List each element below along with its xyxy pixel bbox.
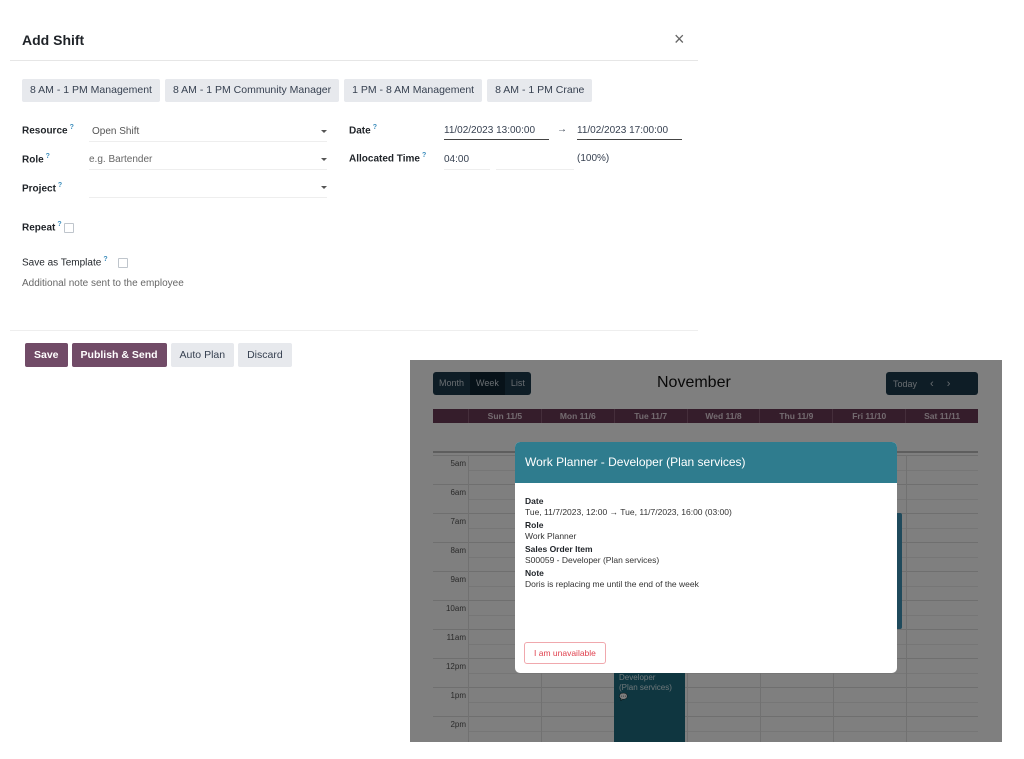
chevron-down-icon (321, 158, 327, 161)
note-input[interactable]: Additional note sent to the employee (22, 278, 184, 289)
template-button[interactable]: 8 AM - 1 PM Community Manager (164, 79, 340, 102)
popover-role-value: Work Planner (525, 531, 577, 541)
dialog-title: Add Shift (22, 32, 85, 48)
project-field[interactable] (89, 180, 327, 198)
project-label: Project? (22, 182, 62, 194)
save-as-template-label: Save as Template (22, 257, 102, 269)
end-date-input[interactable]: 11/02/2023 17:00:00 (577, 124, 682, 140)
popover-date-value: Tue, 11/7/2023, 12:00 → Tue, 11/7/2023, … (525, 507, 732, 517)
repeat-label: Repeat (22, 222, 56, 234)
role-placeholder: e.g. Bartender (89, 154, 153, 165)
resource-value: Open Shift (92, 126, 140, 137)
unavailable-button[interactable]: I am unavailable (524, 642, 606, 664)
allocated-time-label: Allocated Time? (349, 152, 426, 164)
help-icon[interactable]: ? (103, 256, 107, 263)
event-popover: Work Planner - Developer (Plan services)… (515, 442, 897, 673)
repeat-row: Repeat? (22, 221, 74, 233)
allocated-time-spacer (496, 152, 574, 170)
header-divider (10, 60, 698, 61)
dialog-actions: Save Publish & Send Auto Plan Discard (25, 343, 292, 367)
discard-button[interactable]: Discard (238, 343, 292, 367)
allocated-percent: (100%) (577, 153, 610, 164)
help-icon[interactable]: ? (46, 153, 50, 160)
footer-divider (10, 330, 698, 331)
popover-soi-value: S00059 - Developer (Plan services) (525, 555, 660, 565)
template-button[interactable]: 1 PM - 8 AM Management (344, 79, 483, 102)
resource-label: Resource? (22, 124, 74, 136)
save-as-template-checkbox[interactable] (117, 257, 128, 268)
start-date-input[interactable]: 11/02/2023 13:00:00 (444, 124, 549, 140)
publish-send-button[interactable]: Publish & Send (71, 343, 167, 367)
save-button[interactable]: Save (25, 343, 68, 367)
help-icon[interactable]: ? (58, 182, 62, 189)
help-icon[interactable]: ? (373, 124, 377, 131)
close-icon[interactable]: × (674, 30, 685, 48)
popover-soi-label: Sales Order Item (525, 544, 593, 554)
auto-plan-button[interactable]: Auto Plan (170, 343, 235, 367)
repeat-checkbox[interactable] (63, 222, 74, 233)
role-field[interactable]: e.g. Bartender (89, 152, 327, 170)
resource-field[interactable]: Open Shift (89, 124, 327, 142)
allocated-time-label-text: Allocated Time (349, 153, 420, 165)
date-label: Date? (349, 124, 377, 136)
save-as-template-row: Save as Template? (22, 256, 128, 268)
add-shift-dialog: Add Shift × 8 AM - 1 PM Management 8 AM … (0, 0, 700, 380)
role-label-text: Role (22, 154, 44, 166)
shift-templates: 8 AM - 1 PM Management 8 AM - 1 PM Commu… (22, 79, 593, 102)
resource-label-text: Resource (22, 125, 68, 137)
popover-date-label: Date (525, 496, 544, 506)
date-label-text: Date (349, 125, 371, 137)
chevron-down-icon (321, 130, 327, 133)
calendar-preview: Month Week List November Today ‹ › Sun 1… (410, 360, 1002, 742)
help-icon[interactable]: ? (422, 152, 426, 159)
help-icon[interactable]: ? (57, 221, 61, 228)
popover-body: Date Tue, 11/7/2023, 12:00 → Tue, 11/7/2… (515, 483, 897, 602)
chevron-down-icon (321, 186, 327, 189)
help-icon[interactable]: ? (70, 124, 74, 131)
popover-title: Work Planner - Developer (Plan services) (515, 442, 897, 483)
template-button[interactable]: 8 AM - 1 PM Management (22, 79, 160, 102)
project-label-text: Project (22, 183, 56, 195)
allocated-time-input[interactable]: 04:00 (444, 152, 490, 170)
template-button[interactable]: 8 AM - 1 PM Crane (487, 79, 593, 102)
popover-role-label: Role (525, 520, 544, 530)
role-label: Role? (22, 153, 50, 165)
popover-note-value: Doris is replacing me until the end of t… (525, 579, 699, 589)
popover-note-label: Note (525, 568, 544, 578)
arrow-right-icon: → (557, 124, 567, 135)
